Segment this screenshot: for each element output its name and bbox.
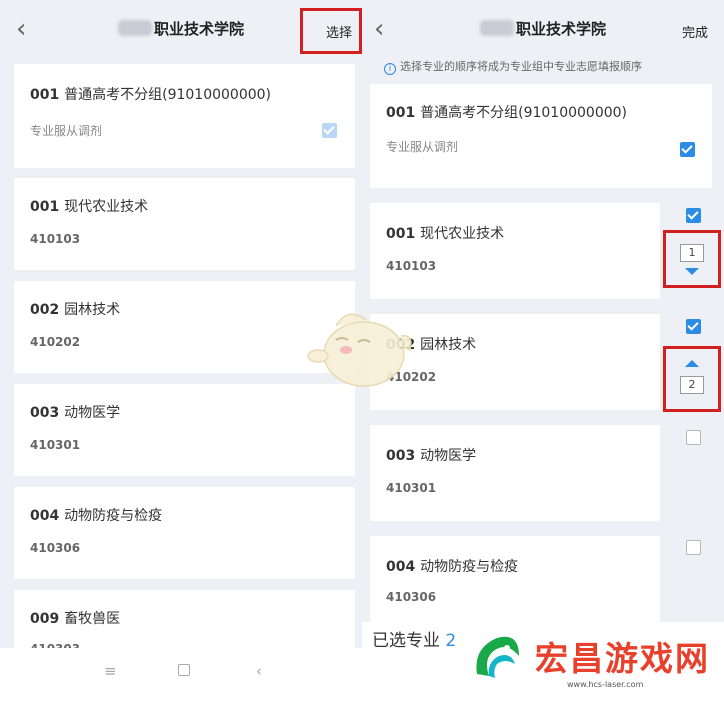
major-title: 003 动物医学 — [30, 405, 121, 421]
major-code: 410103 — [386, 259, 437, 273]
major-code: 410306 — [386, 590, 437, 604]
info-icon: i — [384, 63, 396, 75]
watermark: 宏昌游戏网 www.hcs-laser.com — [463, 624, 724, 701]
list-item[interactable]: 001 现代农业技术 410103 — [370, 203, 660, 299]
list-item[interactable]: 002 园林技术 410202 — [14, 281, 355, 373]
major-title: 002 园林技术 — [30, 302, 121, 318]
page-title: 职业技术学院 — [362, 18, 724, 39]
list-item[interactable]: 003 动物医学 410301 — [14, 384, 355, 476]
right-screen: ‹ 职业技术学院 完成 i 选择专业的顺序将成为专业组中专业志愿填报顺序 001 … — [362, 0, 724, 701]
major-title: 004 动物防疫与检疫 — [30, 508, 163, 524]
group-note: 专业服从调剂 — [386, 140, 459, 154]
mascot-icon — [307, 313, 412, 387]
major-checkbox[interactable] — [686, 208, 701, 223]
group-card[interactable]: 001 普通高考不分组(91010000000) 专业服从调剂 — [14, 64, 355, 168]
major-code: 410306 — [30, 541, 81, 555]
blurred-name — [117, 20, 152, 36]
major-code: 410202 — [30, 335, 81, 349]
group-title: 001 普通高考不分组(91010000000) — [386, 105, 628, 121]
major-checkbox[interactable] — [686, 430, 701, 445]
home-icon[interactable] — [178, 664, 190, 676]
list-item[interactable]: 003 动物医学 410301 — [370, 425, 660, 521]
watermark-logo-icon — [469, 630, 523, 684]
blurred-name — [479, 20, 514, 36]
major-code: 410301 — [30, 438, 81, 452]
list-item[interactable]: 004 动物防疫与检疫 410306 — [14, 487, 355, 579]
highlight-box — [663, 346, 721, 412]
back-icon[interactable]: ‹ — [256, 662, 262, 680]
group-checkbox[interactable] — [680, 142, 695, 157]
done-button[interactable]: 完成 — [682, 22, 708, 41]
highlight-box — [663, 230, 721, 288]
menu-icon[interactable]: ≡ — [104, 662, 117, 680]
group-card[interactable]: 001 普通高考不分组(91010000000) 专业服从调剂 — [370, 84, 712, 188]
watermark-url: www.hcs-laser.com — [567, 680, 644, 689]
major-title: 004 动物防疫与检疫 — [386, 559, 519, 575]
major-checkbox[interactable] — [686, 540, 701, 555]
highlight-box — [300, 8, 362, 54]
major-title: 001 现代农业技术 — [386, 226, 505, 242]
info-tip: i 选择专业的顺序将成为专业组中专业志愿填报顺序 — [384, 58, 642, 75]
group-note: 专业服从调剂 — [30, 124, 103, 138]
group-title: 001 普通高考不分组(91010000000) — [30, 87, 272, 103]
group-checkbox[interactable] — [322, 123, 337, 138]
major-checkbox[interactable] — [686, 319, 701, 334]
major-title: 003 动物医学 — [386, 448, 477, 464]
top-nav: ‹ 职业技术学院 完成 — [362, 0, 724, 58]
major-code: 410301 — [386, 481, 437, 495]
major-title: 001 现代农业技术 — [30, 199, 149, 215]
selected-count-label: 已选专业 2 — [372, 631, 457, 651]
watermark-name: 宏昌游戏网 — [535, 639, 710, 678]
major-title: 009 畜牧兽医 — [30, 611, 121, 627]
list-item[interactable]: 001 现代农业技术 410103 — [14, 178, 355, 270]
list-item[interactable]: 004 动物防疫与检疫 410306 — [370, 536, 660, 622]
system-navbar: ≡ ‹ — [0, 648, 362, 701]
major-code: 410103 — [30, 232, 81, 246]
